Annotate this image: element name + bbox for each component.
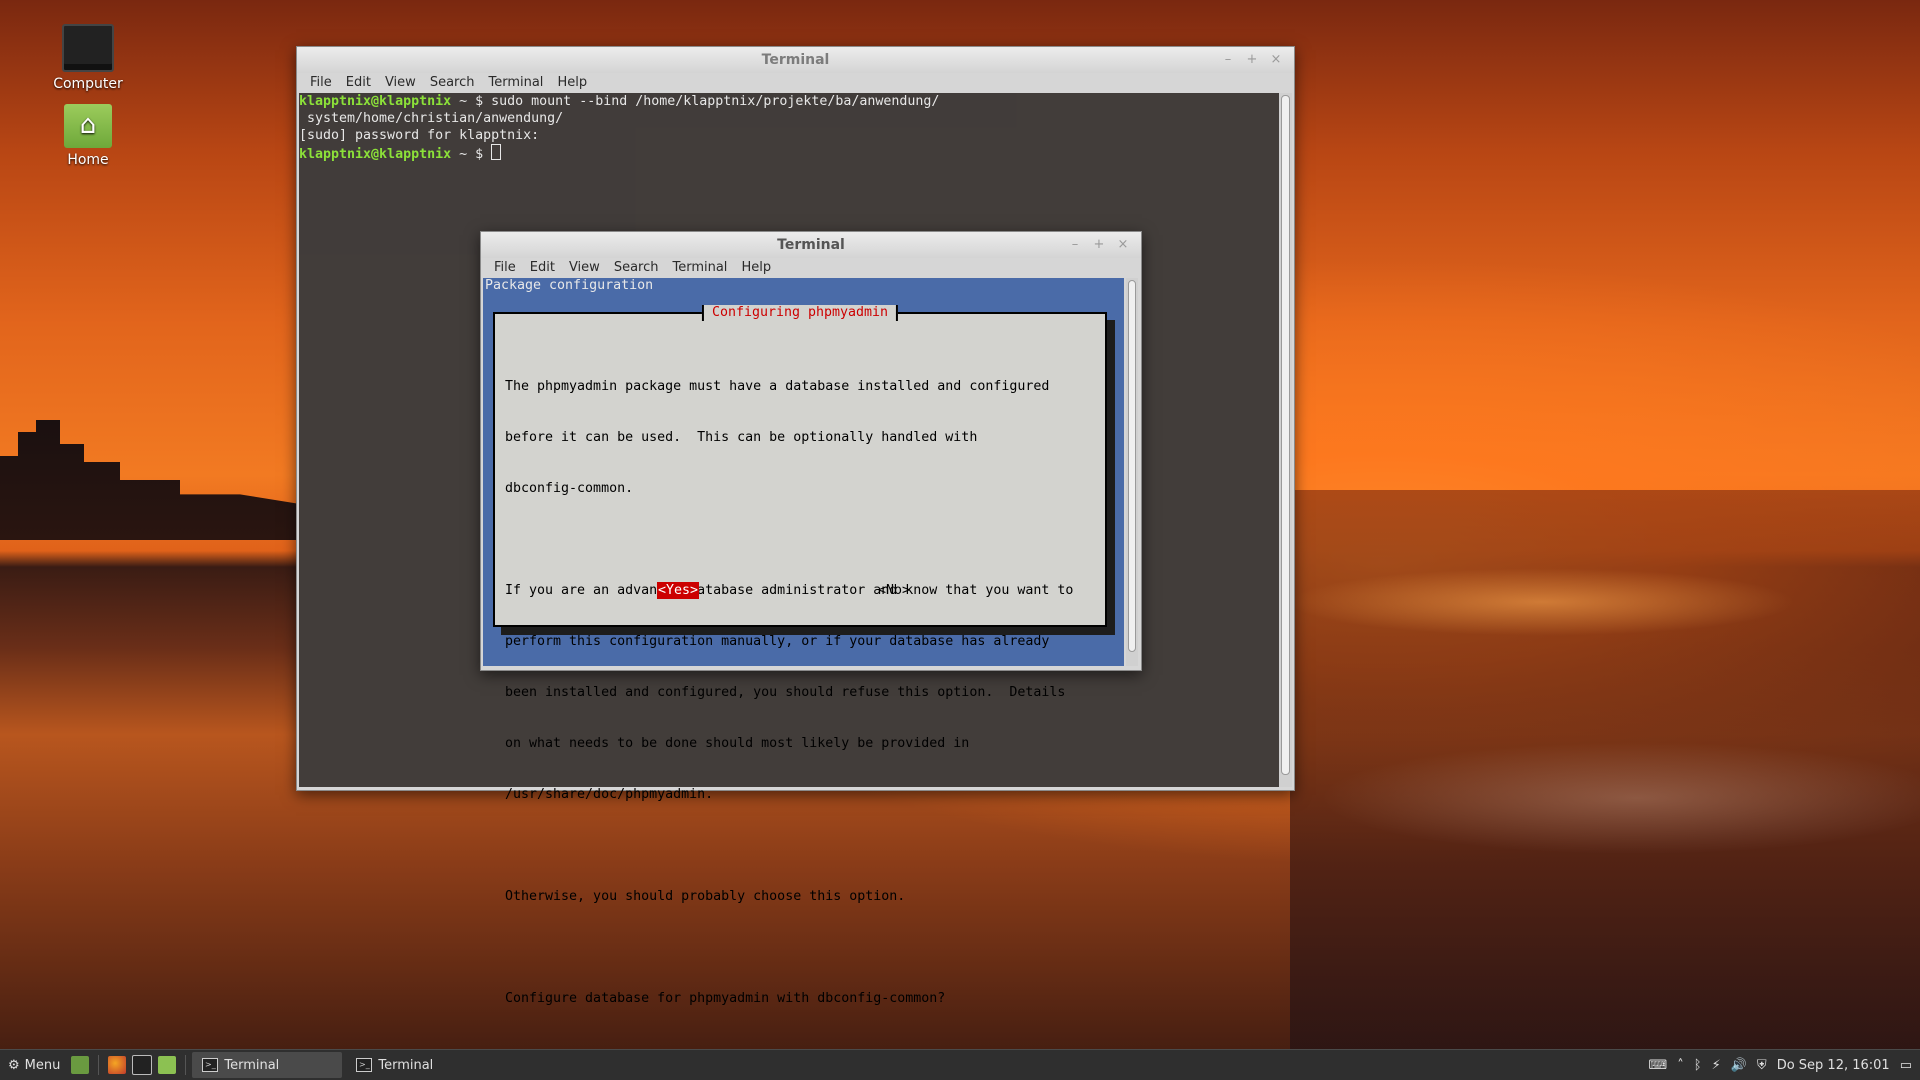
no-button[interactable]: <No> — [878, 582, 910, 599]
taskbar-label: Terminal — [224, 1057, 280, 1073]
dialog-line — [505, 837, 1073, 854]
terminal-line: system/home/christian/anwendung/ — [299, 111, 564, 126]
minimize-button[interactable]: – — [1220, 52, 1236, 68]
inner-terminal-menubar: File Edit View Search Terminal Help — [481, 258, 1141, 278]
menu-file[interactable]: File — [487, 258, 523, 278]
menu-button[interactable]: ⚙ Menu — [0, 1058, 68, 1073]
taskbar-label: Terminal — [378, 1057, 434, 1073]
desktop-icon-home[interactable]: Home — [38, 104, 138, 168]
chevron-up-icon[interactable]: ˄ — [1677, 1058, 1684, 1073]
dialog-line: on what needs to be done should most lik… — [505, 736, 970, 751]
menu-file[interactable]: File — [303, 73, 339, 93]
dialog-line: dbconfig-common. — [505, 481, 634, 496]
inner-terminal-window[interactable]: Terminal – + × File Edit View Search Ter… — [480, 231, 1142, 1006]
panel-separator — [98, 1055, 100, 1075]
inner-terminal-scrollbar[interactable] — [1126, 278, 1138, 666]
outer-terminal-menubar: File Edit View Search Terminal Help — [297, 73, 1294, 93]
dialog-line: before it can be used. This can be optio… — [505, 430, 978, 445]
wallpaper-city-silhouette — [0, 420, 300, 540]
bottom-panel: ⚙ Menu >_ Terminal >_ Terminal ⌨ ˄ ᛒ ⚡ 🔊… — [0, 1049, 1920, 1080]
menu-help[interactable]: Help — [550, 73, 594, 93]
desktop-icon-label: Computer — [53, 76, 123, 92]
outer-terminal-titlebar[interactable]: Terminal – + × — [297, 47, 1294, 73]
terminal-icon: >_ — [202, 1058, 219, 1072]
gear-icon: ⚙ — [8, 1057, 20, 1073]
bluetooth-icon[interactable]: ᛒ — [1694, 1058, 1702, 1073]
close-button[interactable]: × — [1268, 52, 1284, 68]
menu-edit[interactable]: Edit — [339, 73, 378, 93]
terminal-line: [sudo] password for klapptnix: — [299, 128, 540, 143]
dialog-line — [505, 939, 1073, 956]
shield-icon[interactable]: ⛨ — [1757, 1058, 1767, 1073]
menu-terminal[interactable]: Terminal — [481, 73, 550, 93]
dialog-line: The phpmyadmin package must have a datab… — [505, 379, 1050, 394]
files-launcher-icon[interactable] — [158, 1056, 177, 1074]
clock[interactable]: Do Sep 12, 16:01 — [1777, 1058, 1890, 1073]
desktop-icon-computer[interactable]: Computer — [38, 24, 138, 92]
panel-separator — [185, 1055, 187, 1075]
terminal-icon: >_ — [356, 1058, 373, 1072]
scrollbar-thumb[interactable] — [1128, 280, 1136, 652]
close-button[interactable]: × — [1115, 237, 1131, 253]
taskbar-button-terminal-1[interactable]: >_ Terminal — [192, 1052, 343, 1078]
menu-search[interactable]: Search — [423, 73, 482, 93]
config-dialog: Configuring phpmyadmin The phpmyadmin pa… — [493, 305, 1107, 1006]
yes-button[interactable]: <Yes> — [657, 582, 700, 599]
taskbar-button-terminal-2[interactable]: >_ Terminal — [346, 1052, 496, 1078]
terminal-launcher-icon[interactable] — [132, 1055, 153, 1075]
show-desktop-icon[interactable] — [71, 1056, 90, 1074]
network-icon[interactable]: ⚡ — [1712, 1058, 1721, 1073]
notifications-icon[interactable]: ▭ — [1900, 1058, 1912, 1073]
terminal-line: klapptnix@klapptnix ~ $ sudo mount --bin… — [299, 94, 940, 109]
text-cursor — [491, 144, 502, 160]
dialog-line: been installed and configured, you shoul… — [505, 685, 1066, 700]
menu-view[interactable]: View — [378, 73, 423, 93]
home-folder-icon — [64, 104, 112, 148]
dialog-title: Configuring phpmyadmin — [701, 305, 899, 321]
maximize-button[interactable]: + — [1091, 237, 1107, 253]
menu-edit[interactable]: Edit — [523, 258, 562, 278]
dialog-body: The phpmyadmin package must have a datab… — [505, 344, 1073, 1041]
menu-view[interactable]: View — [562, 258, 607, 278]
menu-label: Menu — [24, 1057, 61, 1073]
keyboard-icon[interactable]: ⌨ — [1649, 1058, 1668, 1073]
desktop-icon-label: Home — [67, 152, 109, 168]
dialog-line: If you are an advanced database administ… — [505, 583, 1074, 598]
scrollbar-thumb[interactable] — [1281, 95, 1290, 775]
menu-help[interactable]: Help — [734, 258, 778, 278]
inner-terminal-titlebar[interactable]: Terminal – + × — [481, 232, 1141, 258]
menu-terminal[interactable]: Terminal — [665, 258, 734, 278]
outer-terminal-scrollbar[interactable] — [1279, 93, 1292, 787]
package-config-title: Package configuration — [485, 278, 654, 293]
wallpaper-sea — [1290, 490, 1920, 1050]
dialog-line: /usr/share/doc/phpmyadmin. — [505, 787, 714, 802]
menu-search[interactable]: Search — [607, 258, 666, 278]
volume-icon[interactable]: 🔊 — [1731, 1058, 1747, 1073]
system-tray: ⌨ ˄ ᛒ ⚡ 🔊 ⛨ Do Sep 12, 16:01 ▭ — [1649, 1058, 1920, 1073]
window-title: Terminal — [761, 52, 830, 68]
window-title: Terminal — [777, 237, 845, 253]
monitor-icon — [62, 24, 114, 72]
dialog-line: perform this configuration manually, or … — [505, 634, 1050, 649]
maximize-button[interactable]: + — [1244, 52, 1260, 68]
dialog-line: Otherwise, you should probably choose th… — [505, 889, 906, 904]
dialog-line: Configure database for phpmyadmin with d… — [505, 991, 946, 1006]
dialog-line — [505, 531, 1073, 548]
minimize-button[interactable]: – — [1067, 237, 1083, 253]
terminal-line: klapptnix@klapptnix ~ $ — [299, 144, 1279, 162]
firefox-launcher-icon[interactable] — [108, 1056, 127, 1074]
